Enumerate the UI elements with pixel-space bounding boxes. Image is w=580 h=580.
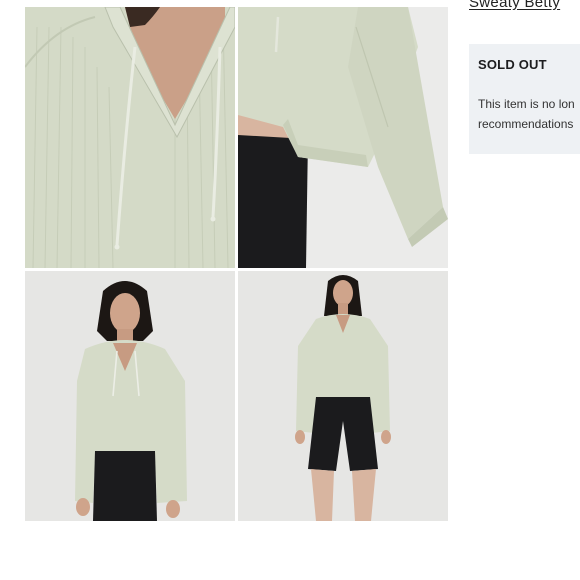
sold-out-message-line-1: This item is no lon <box>478 97 575 111</box>
hem-photo <box>238 7 448 268</box>
sold-out-message: This item is no lon recommendations <box>478 94 580 134</box>
model-full-photo <box>238 271 448 521</box>
gallery-image-model-full[interactable] <box>238 271 448 521</box>
sold-out-panel: SOLD OUT This item is no lon recommendat… <box>469 44 580 154</box>
brand-link[interactable]: Sweaty Betty <box>469 0 560 11</box>
gallery-image-model-front[interactable] <box>25 271 235 521</box>
gallery-image-neckline[interactable] <box>25 7 235 268</box>
neckline-photo <box>25 7 235 268</box>
gallery-image-hem[interactable] <box>238 7 448 268</box>
sold-out-label: SOLD OUT <box>478 57 547 72</box>
model-front-photo <box>25 271 235 521</box>
sold-out-message-line-2: recommendations <box>478 117 574 131</box>
